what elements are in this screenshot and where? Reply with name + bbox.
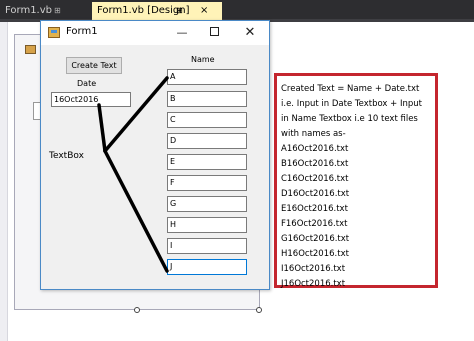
annotation-line: C16Oct2016.txt (281, 174, 349, 184)
annotation-line: in Name Textbox i.e 10 text files (281, 114, 418, 124)
ide-left-rail (0, 22, 8, 341)
annotation-line: I16Oct2016.txt (281, 264, 346, 274)
tab-form1-design[interactable]: Form1.vb [Design] ⊞ × (92, 2, 222, 21)
form-icon (25, 45, 36, 54)
annotation-line: E16Oct2016.txt (281, 204, 348, 214)
annotation-line: J16Oct2016.txt (281, 279, 346, 289)
annotation-line: F16Oct2016.txt (281, 219, 348, 229)
close-tab-icon[interactable]: × (200, 2, 208, 20)
pointer-line-to-name-a (103, 76, 169, 153)
pointer-line-to-date (97, 103, 107, 153)
annotation-line: Created Text = Name + Date.txt (281, 84, 420, 94)
pin-icon[interactable]: ⊞ (176, 2, 183, 20)
annotation-line: H16Oct2016.txt (281, 249, 349, 259)
form1-window[interactable]: Form1 — ✕ Create Text Date 16Oct2016 Nam… (40, 20, 270, 290)
annotation-line: with names as- (281, 129, 346, 139)
annotation-line: D16Oct2016.txt (281, 189, 350, 199)
annotation-line: i.e. Input in Date Textbox + Input (281, 99, 422, 109)
resize-handle[interactable] (256, 307, 262, 313)
annotation-pointer-lines (97, 76, 169, 273)
annotation-line: A16Oct2016.txt (281, 144, 349, 154)
pin-icon[interactable]: ⊞ (54, 2, 61, 20)
annotation-line: B16Oct2016.txt (281, 159, 349, 169)
annotation-box: Created Text = Name + Date.txt i.e. Inpu… (274, 73, 438, 289)
ide-tabstrip: Form1.vb ⊞ Form1.vb [Design] ⊞ × (0, 0, 474, 22)
resize-handle[interactable] (134, 307, 140, 313)
tab-label: Form1.vb (5, 5, 52, 16)
annotation-line: G16Oct2016.txt (281, 234, 350, 244)
pointer-line-to-name-j (103, 149, 169, 273)
tab-form1-code[interactable]: Form1.vb ⊞ (0, 2, 90, 21)
